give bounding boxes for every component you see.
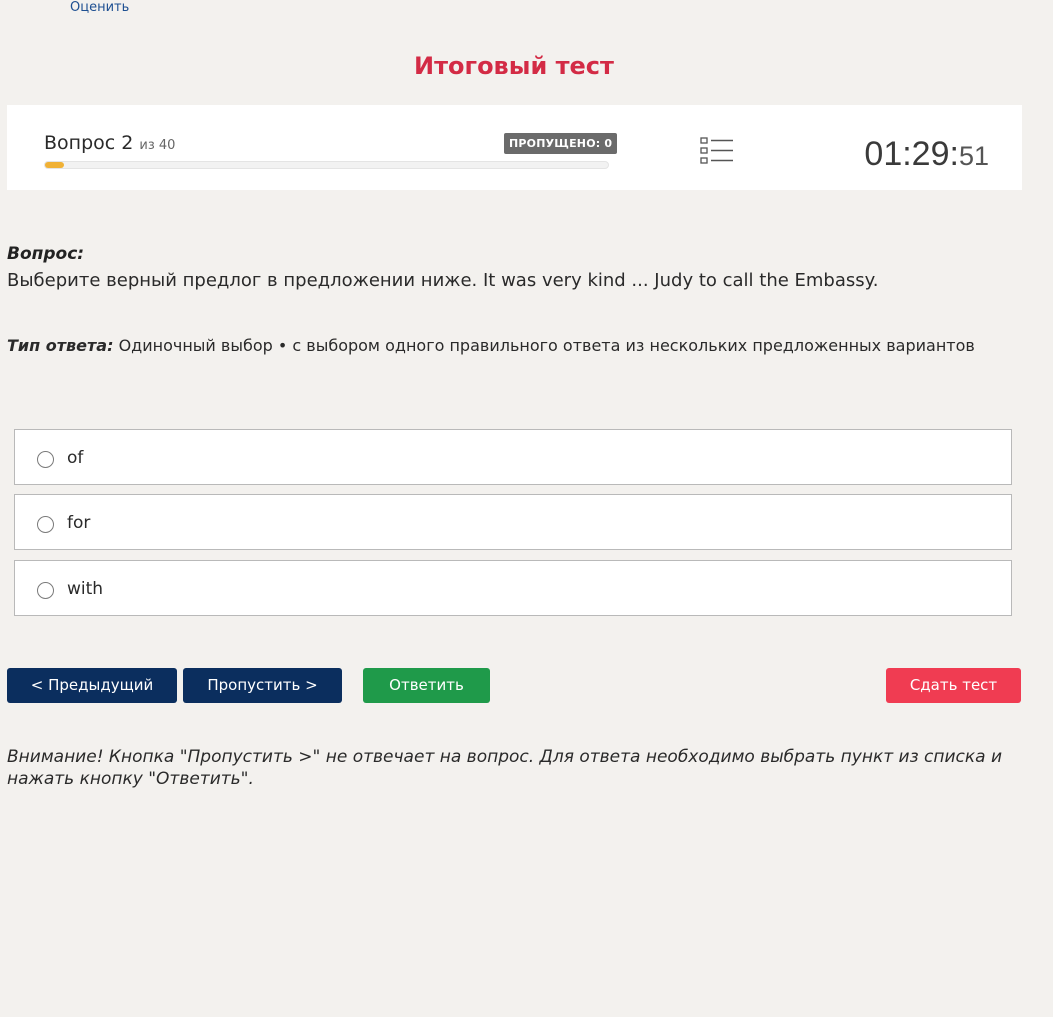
answer-option-label: for (67, 513, 91, 533)
notice-text: Внимание! Кнопка "Пропустить >" не отвеч… (7, 747, 1003, 789)
answer-option[interactable]: for (14, 494, 1012, 550)
answer-option-label: with (67, 579, 104, 599)
rate-link[interactable]: Оценить (70, 0, 129, 15)
question-label: Вопрос: (7, 244, 85, 264)
progress-fill (45, 162, 64, 168)
answer-option[interactable]: of (14, 429, 1012, 485)
timer: 01:29:51 (864, 135, 989, 174)
radio-button[interactable] (37, 516, 54, 533)
progress-bar (44, 161, 609, 169)
answer-button[interactable]: Ответить (363, 668, 490, 703)
radio-button[interactable] (37, 582, 54, 599)
answer-type-value: Одиночный выбор • с выбором одного прави… (118, 336, 975, 355)
page-title: Итоговый тест (414, 52, 614, 80)
previous-button[interactable]: < Предыдущий (7, 668, 177, 703)
answer-option-label: of (67, 448, 84, 468)
question-list-icon[interactable] (700, 136, 734, 166)
status-panel: Вопрос 2 из 40 ПРОПУЩЕНО: 0 01:29:51 (7, 105, 1022, 190)
answer-type: Тип ответа: Одиночный выбор • с выбором … (7, 336, 975, 355)
question-counter: Вопрос 2 из 40 (44, 132, 175, 154)
question-text: Выберите верный предлог в предложении ни… (7, 270, 879, 291)
skipped-badge: ПРОПУЩЕНО: 0 (504, 133, 618, 154)
skip-button[interactable]: Пропустить > (183, 668, 342, 703)
submit-test-button[interactable]: Сдать тест (886, 668, 1021, 703)
answer-type-label: Тип ответа: (7, 336, 114, 355)
timer-hours-minutes: 01:29: (864, 135, 959, 173)
radio-button[interactable] (37, 451, 54, 468)
question-total: из 40 (139, 138, 176, 153)
timer-seconds: 51 (958, 141, 989, 171)
question-word: Вопрос (44, 132, 116, 154)
answer-option[interactable]: with (14, 560, 1012, 616)
question-number: 2 (121, 132, 134, 154)
